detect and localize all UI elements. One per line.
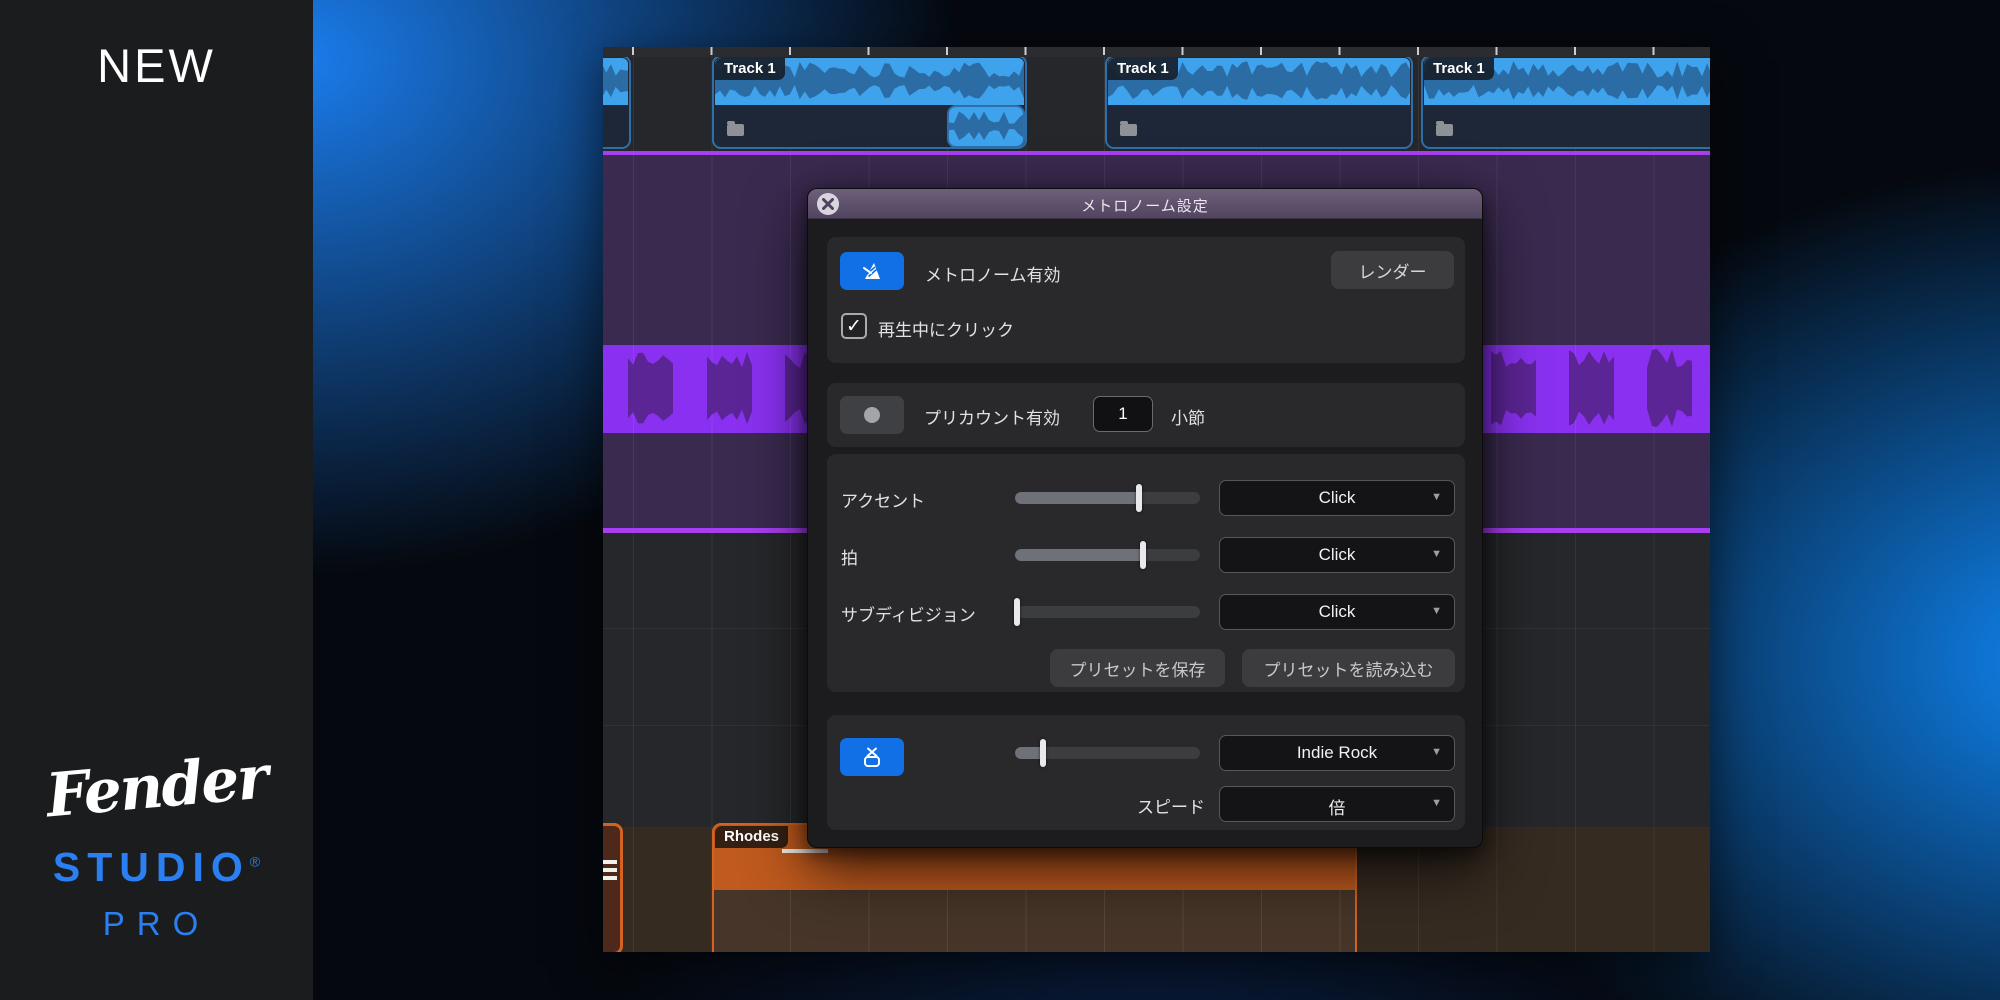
clip-name-badge: Track 1 — [1424, 58, 1494, 80]
chevron-down-icon: ▼ — [1431, 797, 1442, 809]
midi-note-blob[interactable] — [1491, 347, 1536, 431]
metronome-settings-dialog: メトロノーム設定 メトロノーム有効 レンダー ✓ 再生中にクリック — [807, 188, 1483, 848]
fender-logo: Fender — [0, 738, 315, 835]
audio-clip-group[interactable]: Track 1 — [712, 55, 1027, 149]
slider-track — [1015, 549, 1200, 561]
audio-clip-group[interactable]: Track 1 — [1105, 55, 1413, 149]
promo-canvas: NEW Fender STUDIO® PRO Track 1 — [0, 0, 2000, 1000]
midi-note — [603, 868, 617, 872]
chevron-down-icon: ▼ — [1431, 605, 1442, 617]
midi-note-blob[interactable] — [1647, 347, 1692, 431]
slider-fill — [1015, 747, 1043, 759]
drum-icon — [859, 745, 885, 769]
slider-thumb[interactable] — [1014, 598, 1020, 626]
accent-level-slider[interactable] — [1015, 484, 1200, 512]
click-during-playback-checkbox[interactable]: ✓ — [841, 313, 867, 339]
dropdown-value: 倍 — [1220, 794, 1454, 819]
metronome-enabled-label: メトロノーム有効 — [925, 261, 1061, 286]
metronome-section: メトロノーム有効 レンダー ✓ 再生中にクリック — [827, 237, 1465, 363]
metronome-enable-button[interactable] — [840, 252, 904, 290]
click-mix-section: アクセント Click ▼ 拍 Click ▼ サブディビジョン — [827, 454, 1465, 692]
precount-section: プリカウント有効 1 小節 — [827, 383, 1465, 447]
drums-level-slider[interactable] — [1015, 739, 1200, 767]
slider-track — [1015, 606, 1200, 618]
rhodes-clip-partial[interactable] — [603, 823, 623, 952]
slider-thumb[interactable] — [1136, 484, 1142, 512]
chevron-down-icon: ▼ — [1431, 491, 1442, 503]
metronome-icon — [859, 259, 885, 283]
accent-sound-dropdown[interactable]: Click ▼ — [1219, 480, 1455, 516]
folder-icon — [1120, 124, 1137, 136]
timeline-ruler[interactable] — [603, 47, 1710, 57]
subdivision-label: サブディビジョン — [841, 601, 976, 626]
clip-name-badge: Track 1 — [1108, 58, 1178, 80]
slider-fill — [1015, 492, 1139, 504]
rhodes-clip-body — [714, 890, 1355, 952]
clip-name-badge: Rhodes — [715, 826, 788, 848]
precount-enabled-label: プリカウント有効 — [924, 404, 1060, 429]
dropdown-value: Click — [1220, 488, 1454, 508]
dropdown-value: Indie Rock — [1220, 743, 1454, 763]
slider-track — [1015, 492, 1200, 504]
folder-icon — [1436, 124, 1453, 136]
dialog-titlebar[interactable]: メトロノーム設定 — [808, 189, 1482, 219]
beat-level-slider[interactable] — [1015, 541, 1200, 569]
brand-logo: Fender STUDIO® PRO — [0, 752, 313, 943]
beat-sound-dropdown[interactable]: Click ▼ — [1219, 537, 1455, 573]
accent-label: アクセント — [841, 487, 925, 512]
load-preset-button[interactable]: プリセットを読み込む — [1242, 649, 1455, 687]
dialog-title: メトロノーム設定 — [808, 195, 1482, 216]
dropdown-value: Click — [1220, 602, 1454, 622]
speed-dropdown[interactable]: 倍 ▼ — [1219, 786, 1455, 822]
drums-section: Indie Rock ▼ スピード 倍 ▼ — [827, 715, 1465, 830]
precount-bars-input[interactable]: 1 — [1093, 396, 1153, 432]
beat-label: 拍 — [841, 544, 858, 569]
pro-wordmark: PRO — [0, 905, 313, 943]
bars-unit-label: 小節 — [1171, 404, 1205, 429]
render-button[interactable]: レンダー — [1331, 251, 1454, 289]
new-badge: NEW — [0, 38, 313, 93]
circle-icon — [864, 407, 880, 423]
waveform — [603, 58, 628, 105]
midi-note-blob[interactable] — [707, 347, 752, 431]
midi-note — [603, 860, 617, 864]
audio-subclip[interactable] — [947, 105, 1025, 148]
chevron-down-icon: ▼ — [1431, 746, 1442, 758]
dropdown-value: Click — [1220, 545, 1454, 565]
subdivision-level-slider[interactable] — [1015, 598, 1200, 626]
chevron-down-icon: ▼ — [1431, 548, 1442, 560]
drum-style-dropdown[interactable]: Indie Rock ▼ — [1219, 735, 1455, 771]
registered-mark: ® — [250, 853, 260, 869]
subdivision-sound-dropdown[interactable]: Click ▼ — [1219, 594, 1455, 630]
save-preset-button[interactable]: プリセットを保存 — [1050, 649, 1225, 687]
midi-note-blob[interactable] — [628, 347, 673, 431]
folder-icon — [727, 124, 744, 136]
midi-note-blob[interactable] — [1569, 347, 1614, 431]
studio-wordmark: STUDIO® — [0, 844, 313, 891]
audio-clip-partial[interactable] — [603, 55, 631, 149]
clip-name-badge: Track 1 — [715, 58, 785, 80]
slider-fill — [1015, 549, 1143, 561]
midi-note — [782, 849, 828, 853]
midi-note — [603, 876, 617, 880]
click-during-playback-label: 再生中にクリック — [878, 316, 1014, 341]
drums-enable-button[interactable] — [840, 738, 904, 776]
slider-thumb[interactable] — [1040, 739, 1046, 767]
midi-region-top-border — [603, 151, 1710, 155]
check-icon: ✓ — [846, 316, 862, 337]
studio-text: STUDIO — [53, 844, 250, 890]
speed-label: スピード — [1085, 793, 1205, 818]
left-panel: NEW Fender STUDIO® PRO — [0, 0, 313, 1000]
slider-thumb[interactable] — [1140, 541, 1146, 569]
audio-clip-group[interactable]: Track 1 — [1421, 55, 1710, 149]
precount-enable-button[interactable] — [840, 396, 904, 434]
